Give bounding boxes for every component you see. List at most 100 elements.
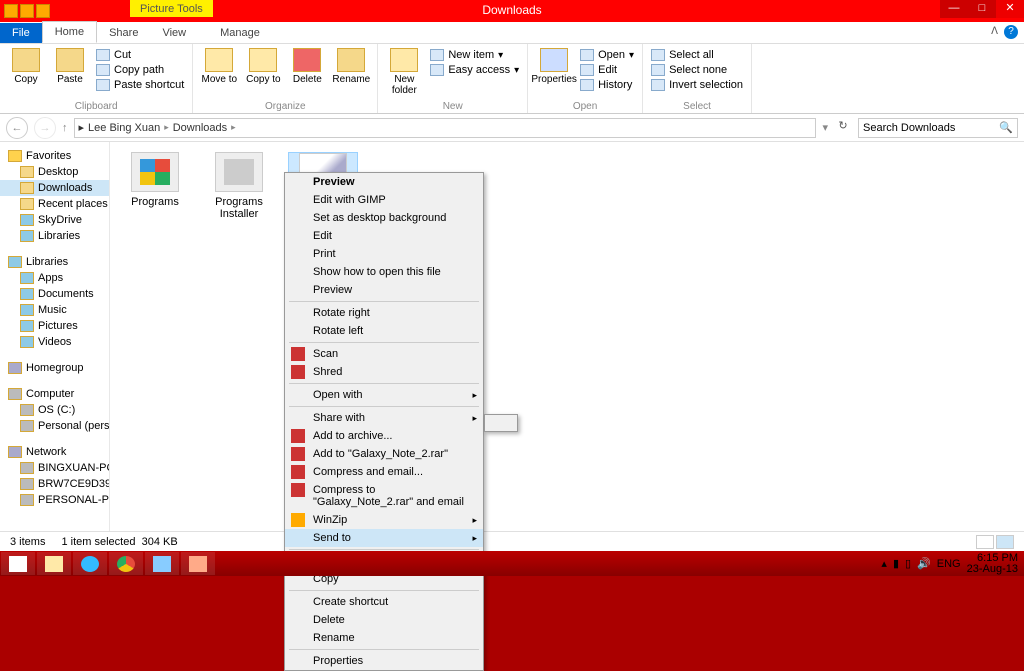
back-button[interactable]: ←	[6, 117, 28, 139]
menu-create-shortcut[interactable]: Create shortcut	[285, 593, 483, 611]
sidebar-item-videos[interactable]: Videos	[0, 334, 109, 350]
menu-set-background[interactable]: Set as desktop background	[285, 209, 483, 227]
cut-button[interactable]: Cut	[94, 48, 186, 62]
sidebar-item-libraries[interactable]: Libraries	[0, 228, 109, 244]
menu-delete[interactable]: Delete	[285, 611, 483, 629]
menu-add-rar[interactable]: Add to "Galaxy_Note_2.rar"	[285, 445, 483, 463]
menu-rotate-right[interactable]: Rotate right	[285, 304, 483, 322]
computer-header[interactable]: Computer	[0, 386, 109, 402]
sidebar-item-music[interactable]: Music	[0, 302, 109, 318]
network-header[interactable]: Network	[0, 444, 109, 460]
move-to-button[interactable]: Move to	[199, 46, 239, 85]
help-icon[interactable]: ?	[1004, 25, 1018, 39]
tab-view[interactable]: View	[150, 23, 198, 43]
send-to-submenu[interactable]	[484, 414, 518, 432]
sidebar-item-downloads[interactable]: Downloads	[0, 180, 109, 196]
file-item-programs[interactable]: Programs	[120, 152, 190, 208]
taskbar-app[interactable]	[145, 552, 179, 575]
menu-winzip[interactable]: WinZip▸	[285, 511, 483, 529]
sidebar-item-net2[interactable]: BRW7CE9D39076E7	[0, 476, 109, 492]
sidebar-item-documents[interactable]: Documents	[0, 286, 109, 302]
menu-share-with[interactable]: Share with▸	[285, 409, 483, 427]
menu-properties[interactable]: Properties	[285, 652, 483, 670]
menu-compress-email[interactable]: Compress and email...	[285, 463, 483, 481]
collapse-ribbon-icon[interactable]: ᐱ	[991, 26, 998, 37]
dropdown-icon[interactable]: ▾	[822, 121, 828, 134]
homegroup-header[interactable]: Homegroup	[0, 360, 109, 376]
new-item-button[interactable]: New item ▾	[428, 48, 521, 62]
delete-button[interactable]: Delete	[287, 46, 327, 85]
view-details-button[interactable]	[976, 535, 994, 549]
copy-to-button[interactable]: Copy to	[243, 46, 283, 85]
new-folder-button[interactable]: New folder	[384, 46, 424, 96]
maximize-button[interactable]: □	[968, 0, 996, 18]
taskbar-ie[interactable]	[73, 552, 107, 575]
taskbar-paint[interactable]	[181, 552, 215, 575]
easy-access-button[interactable]: Easy access ▾	[428, 63, 521, 77]
ql-icon[interactable]	[20, 4, 34, 18]
ql-icon[interactable]	[36, 4, 50, 18]
edit-button[interactable]: Edit	[578, 63, 636, 77]
ql-icon[interactable]	[4, 4, 18, 18]
tab-home[interactable]: Home	[42, 21, 97, 43]
taskbar-explorer[interactable]	[37, 552, 71, 575]
sidebar-item-recent[interactable]: Recent places	[0, 196, 109, 212]
lang-indicator[interactable]: ENG	[937, 558, 961, 570]
battery-icon[interactable]: ▮	[893, 557, 899, 570]
sidebar-item-apps[interactable]: Apps	[0, 270, 109, 286]
properties-button[interactable]: Properties	[534, 46, 574, 85]
breadcrumb[interactable]: ▸Lee Bing Xuan▸Downloads▸	[74, 118, 817, 138]
rename-button[interactable]: Rename	[331, 46, 371, 85]
menu-preview[interactable]: Preview	[285, 173, 483, 191]
up-button[interactable]: ↑	[62, 122, 68, 134]
search-input[interactable]: Search Downloads🔍	[858, 118, 1018, 138]
open-button[interactable]: Open ▾	[578, 48, 636, 62]
menu-add-archive[interactable]: Add to archive...	[285, 427, 483, 445]
menu-edit[interactable]: Edit	[285, 227, 483, 245]
sidebar-item-skydrive[interactable]: SkyDrive	[0, 212, 109, 228]
select-none-button[interactable]: Select none	[649, 63, 745, 77]
close-button[interactable]: ✕	[996, 0, 1024, 18]
libraries-header[interactable]: Libraries	[0, 254, 109, 270]
taskbar-start[interactable]	[1, 552, 35, 575]
menu-rotate-left[interactable]: Rotate left	[285, 322, 483, 340]
menu-shred[interactable]: Shred	[285, 363, 483, 381]
paste-shortcut-button[interactable]: Paste shortcut	[94, 78, 186, 92]
sidebar-item-pictures[interactable]: Pictures	[0, 318, 109, 334]
sidebar-item-personal[interactable]: Personal (personal-p	[0, 418, 109, 434]
menu-preview2[interactable]: Preview	[285, 281, 483, 299]
tab-file[interactable]: File	[0, 23, 42, 43]
taskbar-chrome[interactable]	[109, 552, 143, 575]
menu-how-open[interactable]: Show how to open this file	[285, 263, 483, 281]
copy-path-button[interactable]: Copy path	[94, 63, 186, 77]
tab-manage[interactable]: Manage	[208, 23, 272, 43]
copy-button[interactable]: Copy	[6, 46, 46, 85]
file-item-installer[interactable]: Programs Installer	[204, 152, 274, 220]
network-icon[interactable]: ▯	[905, 557, 911, 570]
sidebar-item-net3[interactable]: PERSONAL-PC	[0, 492, 109, 508]
picture-tools-tab[interactable]: Picture Tools	[130, 0, 213, 17]
tray-up-icon[interactable]: ▴	[881, 557, 887, 570]
minimize-button[interactable]: —	[940, 0, 968, 18]
forward-button[interactable]: →	[34, 117, 56, 139]
sidebar-item-osc[interactable]: OS (C:)	[0, 402, 109, 418]
tab-share[interactable]: Share	[97, 23, 150, 43]
view-thumbnails-button[interactable]	[996, 535, 1014, 549]
history-button[interactable]: History	[578, 78, 636, 92]
menu-open-with[interactable]: Open with▸	[285, 386, 483, 404]
paste-button[interactable]: Paste	[50, 46, 90, 85]
invert-selection-button[interactable]: Invert selection	[649, 78, 745, 92]
menu-rename[interactable]: Rename	[285, 629, 483, 647]
menu-scan[interactable]: Scan	[285, 345, 483, 363]
clock[interactable]: 6:15 PM23-Aug-13	[967, 553, 1018, 575]
refresh-button[interactable]: ↻	[834, 119, 852, 137]
sidebar-item-net1[interactable]: BINGXUAN-PC	[0, 460, 109, 476]
sidebar-item-desktop[interactable]: Desktop	[0, 164, 109, 180]
menu-compress-rar[interactable]: Compress to "Galaxy_Note_2.rar" and emai…	[285, 481, 483, 511]
file-view[interactable]: Programs Programs Installer Ga	[110, 142, 1024, 531]
menu-print[interactable]: Print	[285, 245, 483, 263]
menu-gimp[interactable]: Edit with GIMP	[285, 191, 483, 209]
menu-send-to[interactable]: Send to▸	[285, 529, 483, 547]
select-all-button[interactable]: Select all	[649, 48, 745, 62]
volume-icon[interactable]: 🔊	[917, 557, 931, 570]
